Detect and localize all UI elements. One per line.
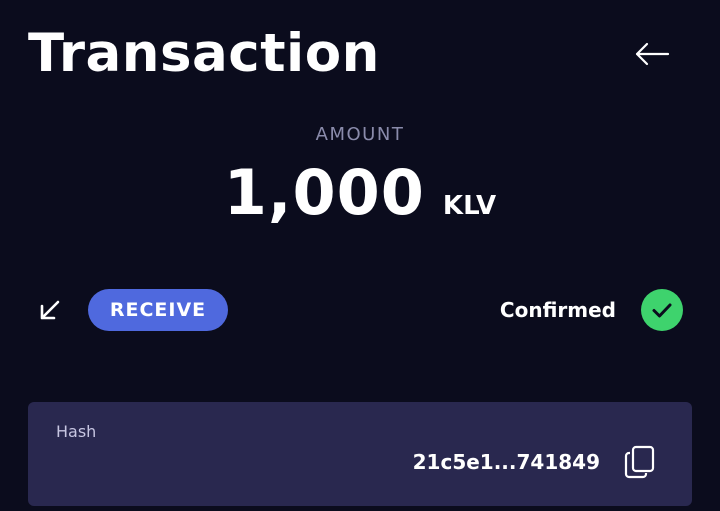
amount-unit: KLV — [442, 191, 497, 221]
hash-value: 21c5e1...741849 — [412, 450, 600, 474]
hash-card: Hash 21c5e1...741849 — [28, 402, 692, 506]
arrow-down-left-icon — [40, 300, 60, 320]
check-circle-icon — [641, 289, 683, 331]
amount-display: 1,000 KLV — [0, 156, 720, 229]
status-label: Confirmed — [499, 298, 616, 322]
copy-icon[interactable] — [624, 444, 658, 480]
hash-label: Hash — [56, 422, 97, 441]
back-button[interactable] — [628, 34, 676, 74]
page-title: Transaction — [28, 23, 380, 84]
amount-label: AMOUNT — [315, 124, 405, 145]
amount-value: 1,000 — [223, 156, 425, 229]
arrow-left-icon — [635, 42, 670, 66]
transaction-type-badge: RECEIVE — [88, 289, 228, 331]
